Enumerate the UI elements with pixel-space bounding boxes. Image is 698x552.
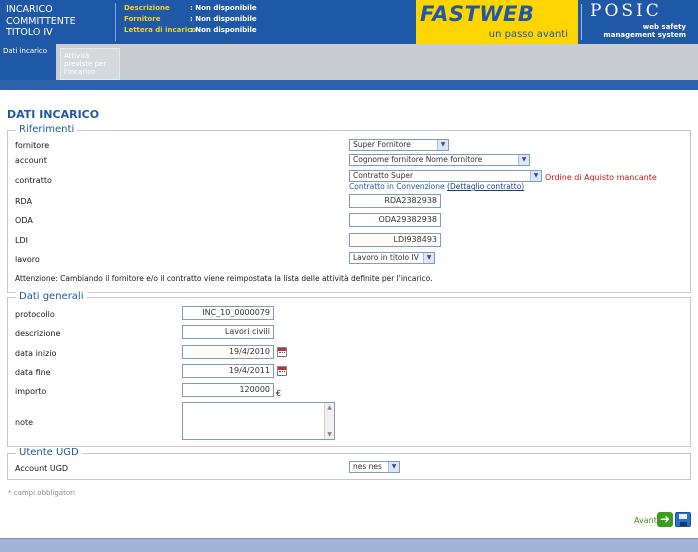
note-textarea[interactable]: ▲ ▼ xyxy=(182,402,335,440)
arrow-right-icon[interactable]: ➜ xyxy=(657,512,673,527)
importo-input[interactable]: 120000 xyxy=(182,383,274,397)
chevron-down-icon: ▼ xyxy=(530,171,541,181)
tab-attivita-previste[interactable]: Attività previste per l'incarico xyxy=(60,48,120,80)
note-scrollbar[interactable]: ▲ ▼ xyxy=(324,403,334,439)
meta-lettera-incarico: Lettera di incarico : Non disponibile xyxy=(124,25,257,36)
fieldset-dati-generali: Dati generali xyxy=(7,291,691,447)
meta-label: Fornitore xyxy=(124,15,161,23)
header-meta: Descrizione : Non disponibile Fornitore … xyxy=(124,3,257,36)
avanti-label[interactable]: Avanti xyxy=(634,516,659,525)
tab-bar: Dati incarico Attività previste per l'in… xyxy=(0,44,698,80)
convenzione-text: Contratto in Convenzione xyxy=(349,182,445,191)
app-title: INCARICO COMMITTENTE TITOLO IV xyxy=(6,4,76,38)
oda-label: ODA xyxy=(15,216,33,225)
app-header: INCARICO COMMITTENTE TITOLO IV Descrizio… xyxy=(0,0,698,44)
account-select-value: Cognome fornitore Nome fornitore xyxy=(353,155,483,164)
lavoro-label: lavoro xyxy=(15,255,40,264)
ldi-label: LDI xyxy=(15,236,28,245)
fieldset-legend: Riferimenti xyxy=(16,124,78,136)
account-label: account xyxy=(15,156,47,165)
rda-label: RDA xyxy=(15,197,33,206)
fornitore-select[interactable]: Super Fornitore ▼ xyxy=(349,139,449,151)
scroll-up-icon[interactable]: ▲ xyxy=(325,403,334,412)
attenzione-notice: Attenzione: Cambiando il fornitore e/o i… xyxy=(15,274,433,283)
descrizione-label: descrizione xyxy=(15,329,61,338)
meta-label: Descrizione xyxy=(124,4,170,12)
contratto-label: contratto xyxy=(15,176,52,185)
meta-label: Lettera di incarico xyxy=(124,26,197,34)
protocollo-input[interactable]: INC_10_0000079 xyxy=(182,306,274,320)
calendar-icon[interactable] xyxy=(277,347,287,357)
meta-value: : Non disponibile xyxy=(190,4,257,12)
account-ugd-select[interactable]: nes nes ▼ xyxy=(349,461,400,473)
protocollo-label: protocollo xyxy=(15,310,55,319)
lavoro-select[interactable]: Lavoro in titolo IV ▼ xyxy=(349,252,435,264)
scroll-down-icon[interactable]: ▼ xyxy=(325,430,334,439)
calendar-icon[interactable] xyxy=(277,366,287,376)
data-inizio-label: data inizio xyxy=(15,349,57,358)
header-divider xyxy=(115,3,116,41)
posic-tagline-line-2: management system xyxy=(603,31,686,39)
posic-logo: POSIC xyxy=(590,1,662,21)
descrizione-input[interactable]: Lavori civili xyxy=(182,325,274,339)
oda-input[interactable]: ODA29382938 xyxy=(349,213,441,227)
contratto-select[interactable]: Contratto Super ▼ xyxy=(349,170,542,182)
account-ugd-label: Account UGD xyxy=(15,464,69,473)
ordine-acquisto-warning: Ordine di Aquisto mancante xyxy=(545,173,657,182)
fornitore-select-value: Super Fornitore xyxy=(353,140,411,149)
data-fine-label: data fine xyxy=(15,368,51,377)
contratto-select-value: Contratto Super xyxy=(353,171,414,180)
meta-descrizione: Descrizione : Non disponibile xyxy=(124,3,257,14)
currency-symbol: € xyxy=(276,389,282,398)
fieldset-legend: Utente UGD xyxy=(16,447,82,459)
posic-tagline-line-1: web safety xyxy=(642,23,686,31)
data-inizio-input[interactable]: 19/4/2010 xyxy=(182,345,274,359)
required-fields-note: * campi obbligatori xyxy=(8,489,75,497)
account-select[interactable]: Cognome fornitore Nome fornitore ▼ xyxy=(349,154,530,166)
footer-bar xyxy=(0,538,698,552)
posic-logo-block: POSIC web safety management system xyxy=(578,0,698,44)
posic-divider xyxy=(581,4,582,40)
chevron-down-icon: ▼ xyxy=(423,253,434,263)
fastweb-logo: FASTWEB xyxy=(420,2,535,26)
chevron-down-icon: ▼ xyxy=(388,462,399,472)
fastweb-logo-block: FASTWEB un passo avanti xyxy=(416,0,578,44)
ldi-input[interactable]: LDI938493 xyxy=(349,233,441,247)
fieldset-legend: Dati generali xyxy=(16,291,87,303)
note-label: note xyxy=(15,418,34,427)
data-fine-input[interactable]: 19/4/2011 xyxy=(182,364,274,378)
fornitore-label: fornitore xyxy=(15,141,50,150)
account-ugd-select-value: nes nes xyxy=(353,462,382,471)
page-title: DATI INCARICO xyxy=(7,108,100,121)
lavoro-select-value: Lavoro in titolo IV xyxy=(353,253,419,262)
rda-input[interactable]: RDA2382938 xyxy=(349,194,441,208)
contratto-convenzione-info: Contratto in Convenzione (Dettaglio cont… xyxy=(349,182,524,191)
tab-dati-incarico[interactable]: Dati incarico xyxy=(0,44,56,80)
meta-fornitore: Fornitore : Non disponibile xyxy=(124,14,257,25)
fastweb-tagline: un passo avanti xyxy=(488,29,568,40)
meta-value: : Non disponibile xyxy=(190,26,257,34)
floppy-disk-icon[interactable] xyxy=(675,512,691,527)
importo-label: importo xyxy=(15,387,47,396)
chevron-down-icon: ▼ xyxy=(437,140,448,150)
chevron-down-icon: ▼ xyxy=(518,155,529,165)
posic-tagline: web safety management system xyxy=(603,23,686,39)
dettaglio-contratto-link[interactable]: (Dettaglio contratto) xyxy=(447,182,524,191)
tab-underline-bar xyxy=(0,80,698,90)
meta-value: : Non disponibile xyxy=(190,15,257,23)
